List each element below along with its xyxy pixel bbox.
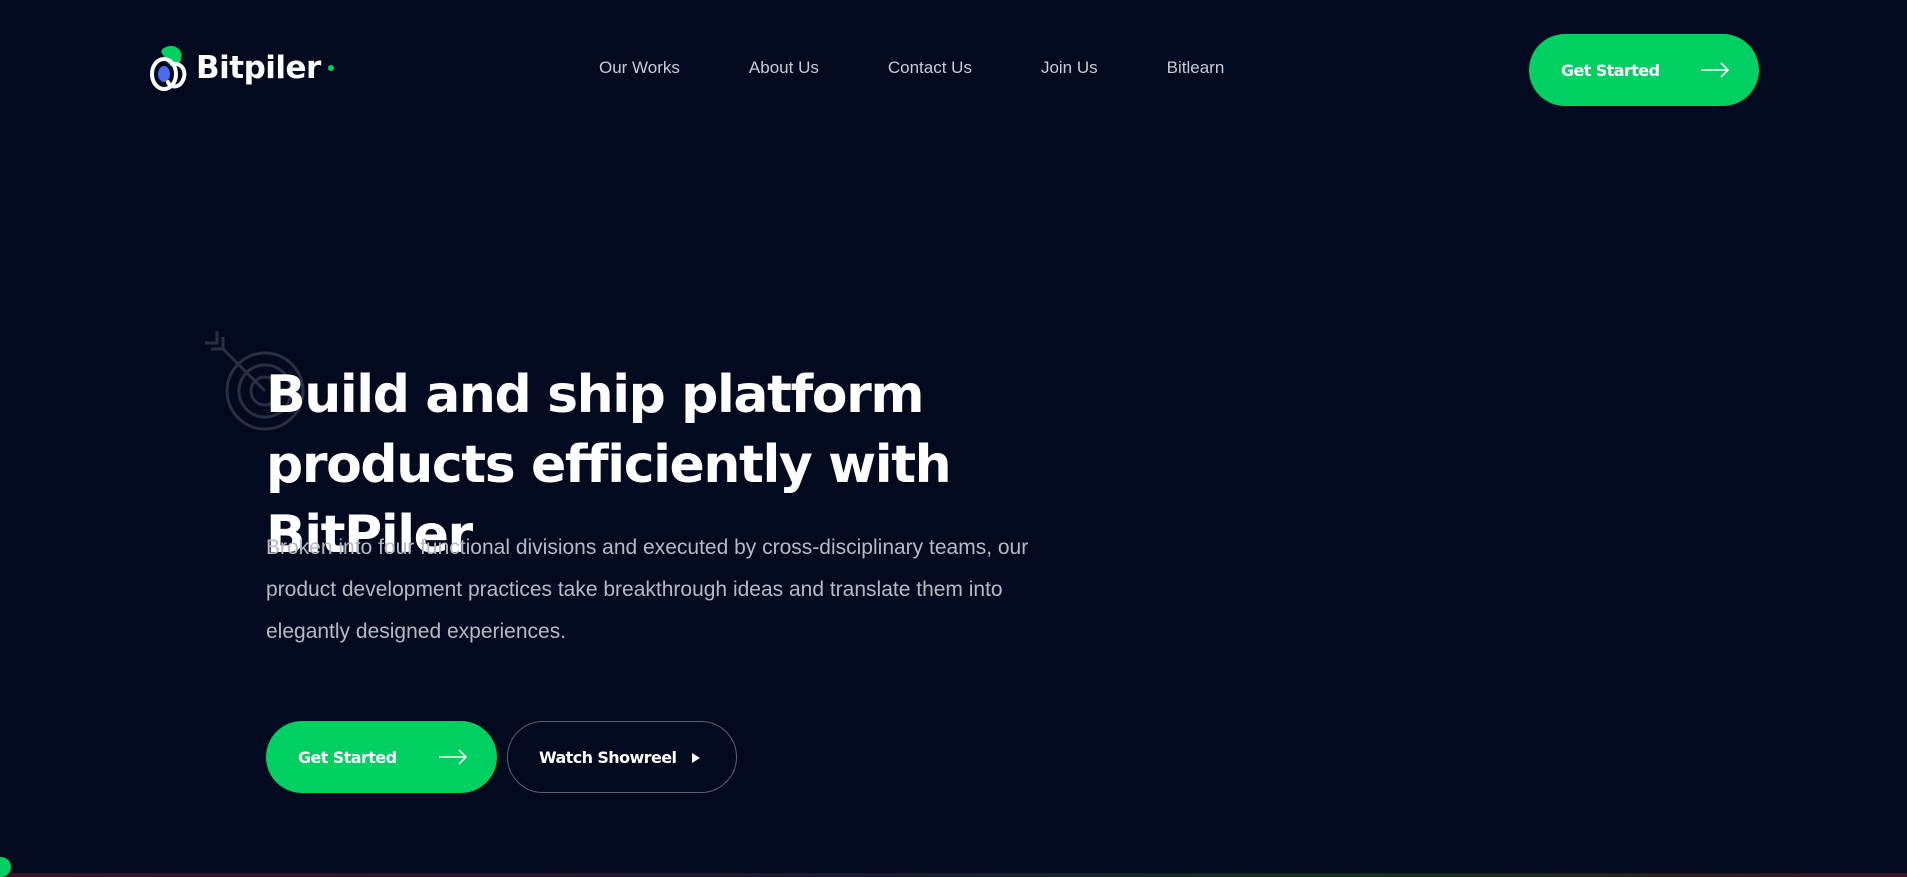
- nav-link-about-us[interactable]: About Us: [749, 58, 819, 78]
- arrow-right-icon: [1701, 62, 1730, 78]
- bottom-edge-strip: [0, 873, 1907, 877]
- hero-description: Broken into four functional divisions an…: [266, 536, 1029, 643]
- nav-link-contact-us[interactable]: Contact Us: [888, 58, 972, 78]
- logo-dot: [327, 65, 334, 71]
- watch-showreel-label: Watch Showreel: [539, 747, 677, 767]
- watch-showreel-button[interactable]: Watch Showreel: [507, 721, 737, 793]
- arrow-right-icon: [439, 749, 468, 765]
- hero-get-started-button[interactable]: Get Started: [266, 721, 497, 793]
- nav-link-our-works[interactable]: Our Works: [599, 58, 680, 78]
- logo-text: Bitpiler: [196, 49, 321, 86]
- nav-link-join-us[interactable]: Join Us: [1041, 58, 1098, 78]
- logo[interactable]: Bitpiler: [150, 44, 334, 92]
- logo-mark-icon: [150, 45, 187, 91]
- hero-get-started-label: Get Started: [298, 747, 397, 767]
- play-icon: [692, 753, 700, 763]
- main-nav: Our Works About Us Contact Us Join Us Bi…: [599, 56, 1224, 80]
- header-get-started-button[interactable]: Get Started: [1529, 34, 1759, 106]
- header-get-started-label: Get Started: [1561, 60, 1660, 80]
- nav-link-bitlearn[interactable]: Bitlearn: [1167, 58, 1225, 78]
